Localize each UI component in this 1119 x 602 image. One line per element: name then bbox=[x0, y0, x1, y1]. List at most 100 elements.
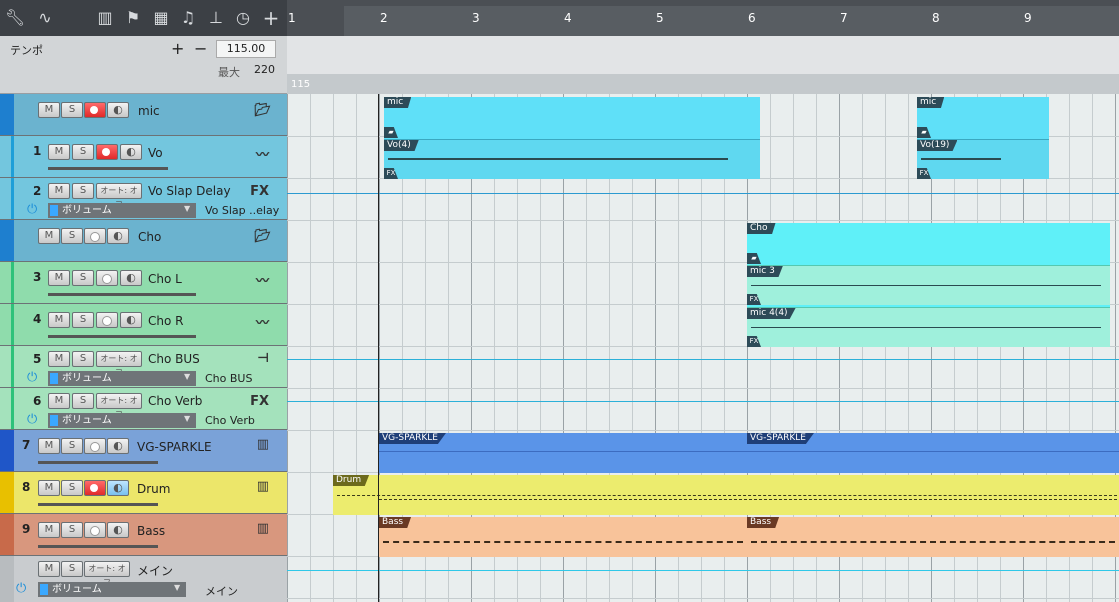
instrument-clip-drum[interactable]: Drum bbox=[333, 475, 1119, 515]
split-icon[interactable]: ⊥ bbox=[205, 7, 227, 29]
automation-line[interactable] bbox=[287, 359, 1119, 360]
solo-button[interactable]: S bbox=[72, 351, 94, 367]
flag-icon[interactable]: ⚑ bbox=[122, 7, 144, 29]
solo-button[interactable]: S bbox=[72, 312, 94, 328]
mute-button[interactable]: M bbox=[38, 480, 60, 496]
monitor-button[interactable] bbox=[107, 522, 129, 538]
track-name[interactable]: Vo Slap Delay bbox=[148, 184, 231, 198]
tempo-minus-button[interactable]: − bbox=[194, 39, 207, 58]
auto-off-button[interactable]: オート: オフ bbox=[96, 183, 142, 209]
track-vo-slap-delay[interactable]: 2 M S オート: オフ Vo Slap Delay FX ⏻ ボリューム ▼… bbox=[0, 178, 287, 220]
automation-param-select[interactable]: ボリューム bbox=[48, 413, 196, 428]
record-button[interactable] bbox=[84, 228, 106, 244]
solo-button[interactable]: S bbox=[72, 270, 94, 286]
track-bass[interactable]: 9 M S Bass ▥ bbox=[0, 514, 287, 556]
track-name[interactable]: VG-SPARKLE bbox=[137, 440, 212, 454]
power-icon[interactable]: ⏻ bbox=[27, 412, 37, 427]
mixer-icon[interactable]: ▥ bbox=[94, 7, 116, 29]
audio-clip-vo-a[interactable]: Vo(4) FX bbox=[384, 139, 760, 179]
record-button[interactable] bbox=[96, 312, 118, 328]
track-cho[interactable]: M S Cho 📂︎ bbox=[0, 220, 287, 262]
record-button[interactable] bbox=[84, 102, 106, 118]
solo-button[interactable]: S bbox=[61, 522, 83, 538]
mute-button[interactable]: M bbox=[48, 144, 70, 160]
record-button[interactable] bbox=[84, 480, 106, 496]
track-vo[interactable]: 1 M S Vo 〰 bbox=[0, 136, 287, 178]
mute-button[interactable]: M bbox=[38, 561, 60, 577]
auto-off-button[interactable]: オート: オフ bbox=[96, 351, 142, 377]
volume-slider[interactable] bbox=[38, 503, 158, 506]
solo-button[interactable]: S bbox=[61, 438, 83, 454]
track-name[interactable]: Bass bbox=[137, 524, 165, 538]
automation-param-select[interactable]: ボリューム bbox=[48, 203, 196, 218]
timeline-ruler[interactable]: 1 2 3 4 5 6 7 8 9 bbox=[287, 0, 1119, 36]
solo-button[interactable]: S bbox=[61, 102, 83, 118]
mute-button[interactable]: M bbox=[48, 312, 70, 328]
solo-button[interactable]: S bbox=[72, 144, 94, 160]
record-button[interactable] bbox=[96, 144, 118, 160]
volume-slider[interactable] bbox=[48, 293, 196, 296]
plus-icon[interactable]: + bbox=[260, 7, 282, 29]
tempo-plus-button[interactable]: + bbox=[171, 39, 184, 58]
tempo-lane[interactable]: 115 bbox=[287, 36, 1119, 94]
curve-icon[interactable]: ∿ bbox=[34, 7, 56, 29]
audio-clip-cho-l[interactable]: mic 3 FX bbox=[747, 265, 1110, 305]
solo-button[interactable]: S bbox=[61, 228, 83, 244]
automation-param-select[interactable]: ボリューム bbox=[48, 371, 196, 386]
instrument-clip-vg-b[interactable]: VG-SPARKLE bbox=[747, 433, 1119, 473]
solo-button[interactable]: S bbox=[72, 183, 94, 199]
mute-button[interactable]: M bbox=[48, 351, 70, 367]
track-cho-bus[interactable]: 5 M S オート: オフ Cho BUS ⊣ ⏻ ボリューム ▼ Cho BU… bbox=[0, 346, 287, 388]
wrench-icon[interactable]: 🔧︎ bbox=[4, 7, 26, 29]
track-name[interactable]: Cho R bbox=[148, 314, 183, 328]
track-mic[interactable]: M S mic 📂︎ bbox=[0, 94, 287, 136]
mute-button[interactable]: M bbox=[38, 438, 60, 454]
automation-param-select[interactable]: ボリューム bbox=[38, 582, 186, 597]
track-cho-verb[interactable]: 6 M S オート: オフ Cho Verb FX ⏻ ボリューム ▼ Cho … bbox=[0, 388, 287, 430]
automation-line[interactable] bbox=[287, 401, 1119, 402]
track-cho-r[interactable]: 4 M S Cho R 〰 bbox=[0, 304, 287, 346]
solo-button[interactable]: S bbox=[61, 561, 83, 577]
audio-clip-cho-r[interactable]: mic 4(4) FX bbox=[747, 307, 1110, 347]
power-icon[interactable]: ⏻ bbox=[27, 370, 37, 385]
tempo-field[interactable]: 115.00 bbox=[216, 40, 276, 58]
power-icon[interactable]: ⏻ bbox=[27, 202, 37, 217]
power-icon[interactable]: ⏻ bbox=[16, 581, 26, 596]
monitor-button[interactable] bbox=[120, 270, 142, 286]
arrangement-view[interactable]: mic ▰ Vo(4) FX mic ▰ Vo(19) FX Cho ▰ mic… bbox=[287, 94, 1119, 602]
mute-button[interactable]: M bbox=[48, 183, 70, 199]
track-name[interactable]: Cho BUS bbox=[148, 352, 200, 366]
record-button[interactable] bbox=[84, 438, 106, 454]
note-icon[interactable]: ♫ bbox=[177, 7, 199, 29]
mute-button[interactable]: M bbox=[38, 102, 60, 118]
automation-line[interactable] bbox=[287, 570, 1119, 571]
tempo-max-value[interactable]: 220 bbox=[254, 63, 275, 76]
auto-off-button[interactable]: オート: オフ bbox=[84, 561, 130, 587]
volume-slider[interactable] bbox=[38, 545, 158, 548]
grid-icon[interactable]: ▦ bbox=[150, 7, 172, 29]
track-name[interactable]: Cho Verb bbox=[148, 394, 202, 408]
solo-button[interactable]: S bbox=[61, 480, 83, 496]
track-vg-sparkle[interactable]: 7 M S VG-SPARKLE ▥ bbox=[0, 430, 287, 472]
auto-off-button[interactable]: オート: オフ bbox=[96, 393, 142, 419]
record-button[interactable] bbox=[84, 522, 106, 538]
audio-clip-vo-b[interactable]: Vo(19) FX bbox=[917, 139, 1049, 179]
instrument-clip-bass-b[interactable]: Bass bbox=[747, 517, 1119, 557]
track-drum[interactable]: 8 M S Drum ▥ bbox=[0, 472, 287, 514]
solo-button[interactable]: S bbox=[72, 393, 94, 409]
volume-slider[interactable] bbox=[48, 167, 168, 170]
mute-button[interactable]: M bbox=[38, 228, 60, 244]
monitor-button[interactable] bbox=[107, 480, 129, 496]
clock-icon[interactable]: ◷ bbox=[232, 7, 254, 29]
track-cho-l[interactable]: 3 M S Cho L 〰 bbox=[0, 262, 287, 304]
volume-slider[interactable] bbox=[38, 461, 158, 464]
track-name[interactable]: mic bbox=[138, 104, 160, 118]
track-name[interactable]: Drum bbox=[137, 482, 170, 496]
track-name[interactable]: メイン bbox=[137, 562, 173, 579]
track-name[interactable]: Cho L bbox=[148, 272, 182, 286]
track-main[interactable]: M S オート: オフ メイン ⏻ ボリューム ▼ メイン bbox=[0, 556, 287, 602]
mute-button[interactable]: M bbox=[48, 270, 70, 286]
monitor-button[interactable] bbox=[107, 102, 129, 118]
volume-slider[interactable] bbox=[48, 335, 196, 338]
monitor-button[interactable] bbox=[120, 144, 142, 160]
